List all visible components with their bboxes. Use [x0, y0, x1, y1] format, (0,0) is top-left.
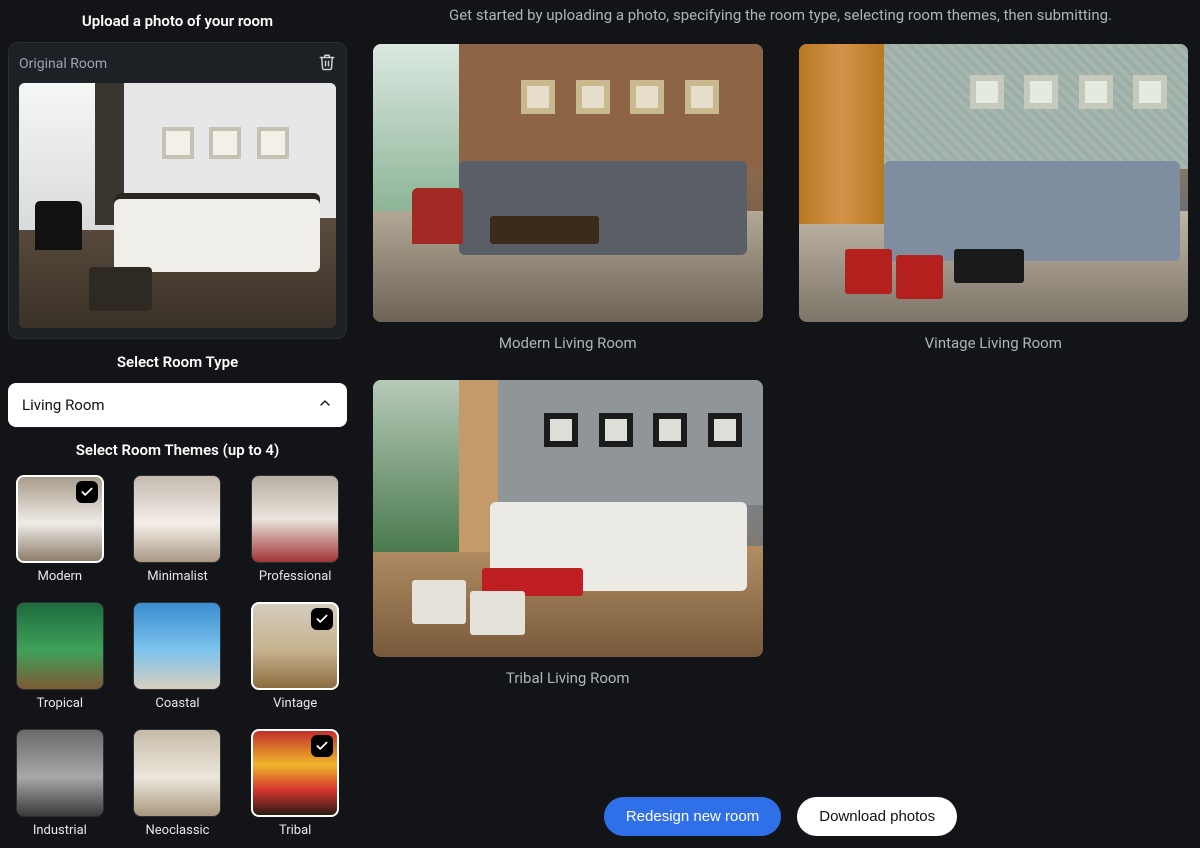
theme-item-coastal[interactable]: Coastal — [132, 602, 224, 711]
trash-icon[interactable] — [318, 53, 336, 75]
result-image-vintage[interactable] — [799, 44, 1189, 322]
result-item-tribal: Tribal Living Room — [373, 380, 763, 688]
themes-grid: Modern Minimalist Professional Tropical Coas… — [8, 471, 347, 842]
check-icon — [311, 735, 333, 757]
sidebar: Upload a photo of your room Original Roo… — [0, 0, 355, 848]
theme-item-tribal[interactable]: Tribal — [249, 729, 341, 838]
theme-item-tropical[interactable]: Tropical — [14, 602, 106, 711]
instructions-text: Get started by uploading a photo, specif… — [373, 6, 1188, 24]
theme-label: Tribal — [279, 823, 311, 838]
chevron-up-icon — [317, 395, 333, 415]
theme-label: Minimalist — [147, 569, 208, 584]
room-type-select[interactable]: Living Room — [8, 383, 347, 427]
theme-thumb-neoclassic — [133, 729, 221, 817]
theme-label: Tropical — [37, 696, 83, 711]
theme-item-modern[interactable]: Modern — [14, 475, 106, 584]
theme-label: Modern — [38, 569, 83, 584]
original-room-label: Original Room — [19, 56, 107, 72]
result-caption: Modern Living Room — [499, 334, 637, 352]
result-item-vintage: Vintage Living Room — [799, 44, 1189, 352]
room-type-value: Living Room — [22, 396, 105, 414]
result-caption: Tribal Living Room — [506, 669, 630, 687]
theme-item-vintage[interactable]: Vintage — [249, 602, 341, 711]
main: Get started by uploading a photo, specif… — [355, 0, 1200, 848]
result-image-tribal[interactable] — [373, 380, 763, 658]
theme-label: Coastal — [155, 696, 199, 711]
theme-thumb-professional — [251, 475, 339, 563]
themes-title: Select Room Themes (up to 4) — [8, 441, 347, 459]
result-image-modern[interactable] — [373, 44, 763, 322]
theme-thumb-industrial — [16, 729, 104, 817]
download-button[interactable]: Download photos — [797, 797, 957, 836]
theme-thumb-minimalist — [133, 475, 221, 563]
check-icon — [76, 481, 98, 503]
theme-thumb-modern — [16, 475, 104, 563]
theme-thumb-vintage — [251, 602, 339, 690]
theme-item-professional[interactable]: Professional — [249, 475, 341, 584]
redesign-button[interactable]: Redesign new room — [604, 797, 781, 836]
theme-item-industrial[interactable]: Industrial — [14, 729, 106, 838]
theme-item-minimalist[interactable]: Minimalist — [132, 475, 224, 584]
theme-thumb-tropical — [16, 602, 104, 690]
theme-item-neoclassic[interactable]: Neoclassic — [132, 729, 224, 838]
result-caption: Vintage Living Room — [925, 334, 1062, 352]
theme-label: Vintage — [273, 696, 317, 711]
original-room-card: Original Room — [8, 42, 347, 339]
theme-thumb-coastal — [133, 602, 221, 690]
result-item-modern: Modern Living Room — [373, 44, 763, 352]
original-room-image[interactable] — [19, 83, 336, 328]
actions-bar: Redesign new room Download photos — [373, 767, 1188, 836]
room-type-title: Select Room Type — [8, 353, 347, 371]
theme-label: Industrial — [33, 823, 87, 838]
check-icon — [311, 608, 333, 630]
upload-title: Upload a photo of your room — [8, 12, 347, 30]
results-grid: Modern Living Room Vintage Living Room Tri… — [373, 44, 1188, 687]
theme-label: Neoclassic — [145, 823, 209, 838]
theme-thumb-tribal — [251, 729, 339, 817]
theme-label: Professional — [259, 569, 332, 584]
